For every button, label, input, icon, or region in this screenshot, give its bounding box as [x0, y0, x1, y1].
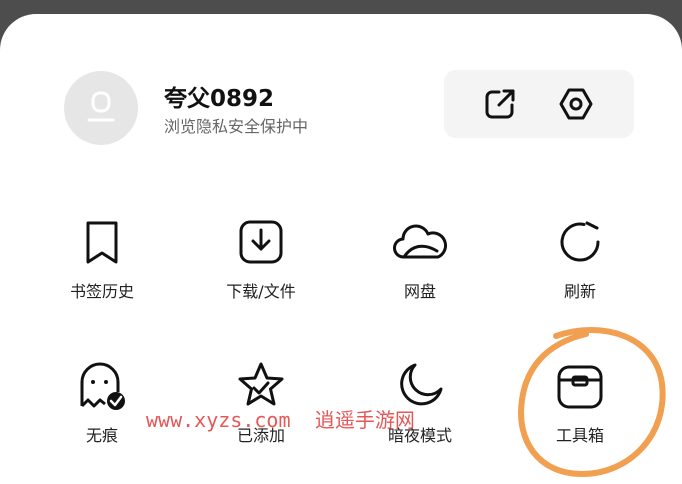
- toolbox-icon: [552, 358, 608, 414]
- settings-button[interactable]: [558, 86, 594, 122]
- downloads-files-label: 下载/文件: [226, 282, 296, 301]
- username: 夸父0892: [164, 86, 275, 112]
- refresh-label: 刷新: [563, 282, 596, 301]
- dark-mode-item[interactable]: 暗夜模式: [350, 358, 490, 446]
- cloud-drive-item[interactable]: 网盘: [350, 214, 490, 302]
- bookmarks-history-label: 书签历史: [69, 282, 134, 301]
- refresh-icon: [552, 214, 608, 270]
- cloud-drive-label: 网盘: [403, 282, 436, 301]
- dark-mode-label: 暗夜模式: [387, 426, 452, 445]
- ghost-icon: [74, 358, 130, 414]
- downloads-files-item[interactable]: 下载/文件: [191, 214, 331, 302]
- menu-sheet: 夸父0892 浏览隐私安全保护中 书签历史 下载/文件 网盘 刷新 无痕 已添加…: [0, 14, 682, 484]
- download-icon: [233, 214, 289, 270]
- header-actions: [444, 70, 634, 138]
- share-edit-icon: [485, 89, 515, 119]
- added-item[interactable]: 已添加: [191, 358, 331, 446]
- cloud-icon: [392, 214, 448, 270]
- privacy-status: 浏览隐私安全保护中: [164, 117, 309, 136]
- toolbox-label: 工具箱: [555, 426, 604, 445]
- added-label: 已添加: [236, 426, 285, 445]
- star-icon: [233, 358, 289, 414]
- settings-hex-icon: [559, 88, 593, 120]
- bookmark-icon: [74, 214, 130, 270]
- incognito-item[interactable]: 无痕: [32, 358, 172, 446]
- user-placeholder-icon: [87, 91, 115, 122]
- toolbox-item[interactable]: 工具箱: [510, 358, 650, 446]
- avatar[interactable]: [64, 71, 138, 145]
- incognito-label: 无痕: [85, 426, 118, 445]
- bookmarks-history-item[interactable]: 书签历史: [32, 214, 172, 302]
- share-button[interactable]: [482, 86, 518, 122]
- moon-icon: [392, 358, 448, 414]
- refresh-item[interactable]: 刷新: [510, 214, 650, 302]
